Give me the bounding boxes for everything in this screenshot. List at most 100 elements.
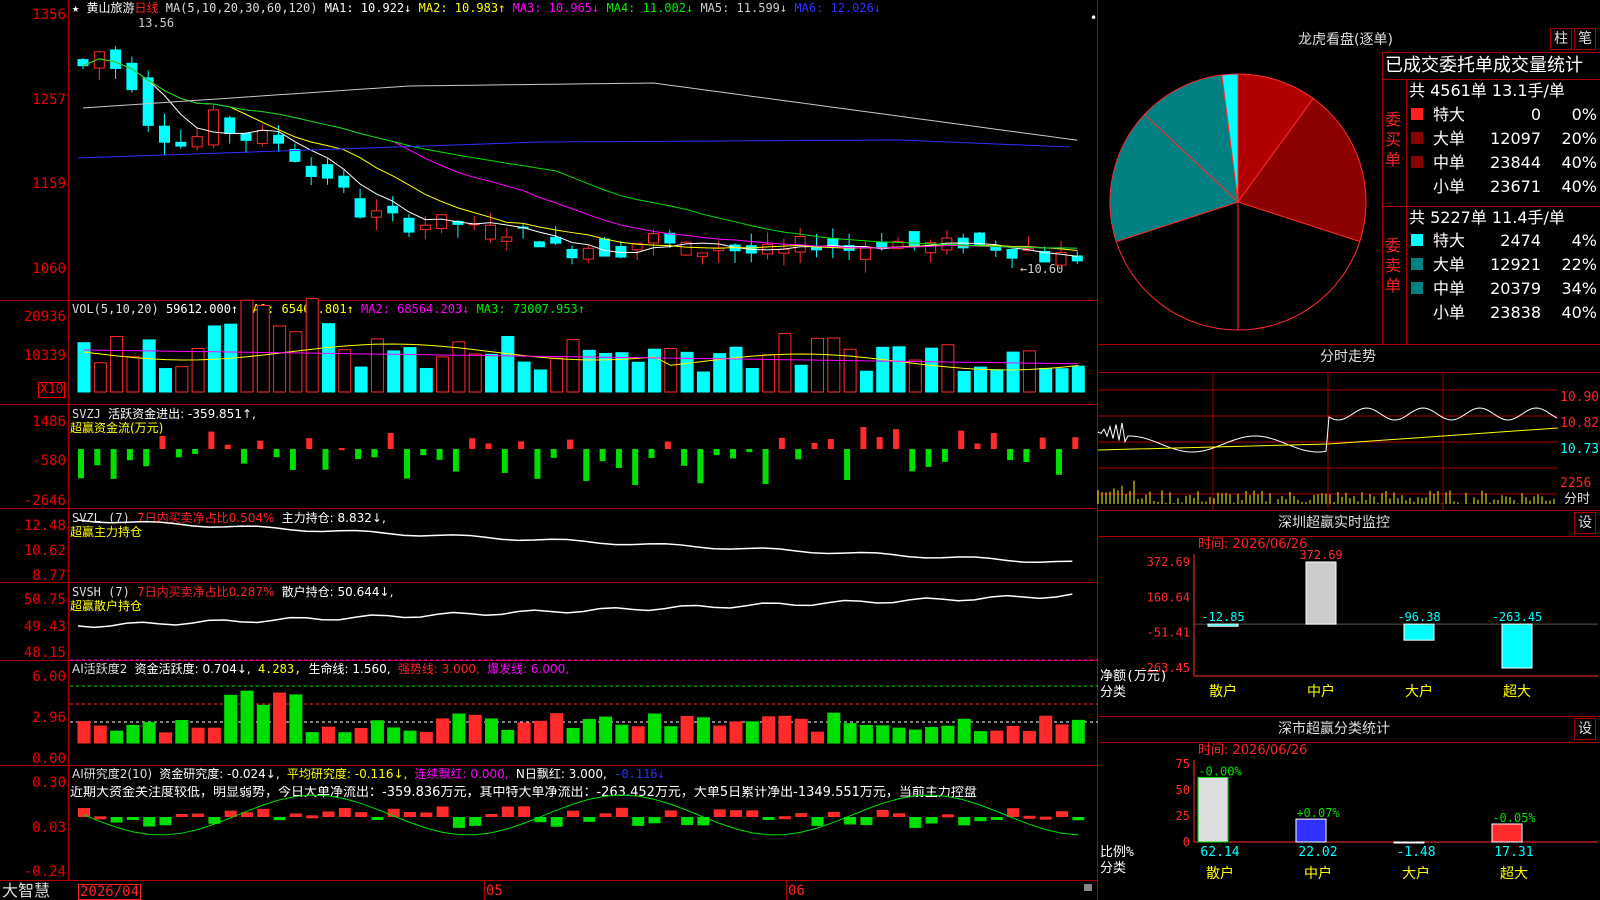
activity-bar [273, 692, 287, 744]
flow-bar [257, 440, 264, 449]
order-type-label: 中单 [1433, 279, 1466, 298]
month-tick [484, 880, 485, 900]
research-bar [567, 810, 579, 817]
research-bar [452, 817, 465, 828]
candle [354, 198, 366, 218]
month-label-05: 05 [486, 883, 503, 899]
flow-bar [241, 449, 247, 464]
candle [550, 236, 562, 244]
sz-monitor-title: 深圳超赢实时监控 [1278, 515, 1390, 531]
volume-bar [419, 368, 433, 393]
volume-bar [892, 346, 906, 393]
flow-bar [827, 439, 834, 449]
order-percent: 40% [1561, 153, 1597, 172]
candle [1006, 248, 1018, 259]
volume-bar [696, 371, 710, 393]
research-bar [1007, 808, 1020, 817]
table-divider [1382, 206, 1600, 207]
activity-bar [517, 722, 531, 744]
lock-icon[interactable] [1084, 884, 1092, 891]
flow-bar [452, 449, 459, 472]
activity-bar [387, 727, 401, 744]
sz-monitor-bar-chart: 372.69 160.64 -51.41 -263.45 -12.85 散户 372.69 中… [1100, 548, 1598, 700]
bar-view-button[interactable]: 柱 [1550, 28, 1572, 50]
sz-monitor-settings-button[interactable]: 设 [1574, 512, 1596, 534]
retail-holding-chart [77, 593, 1073, 629]
flow-bar [159, 435, 166, 449]
flow-bar [795, 449, 802, 460]
volume-bar [485, 353, 498, 393]
intraday-chart[interactable] [1097, 372, 1559, 510]
activity-bar [876, 725, 890, 744]
buy-total: 共 4561单 13.1手/单 [1409, 81, 1565, 100]
sz-class-settings-button[interactable]: 设 [1574, 718, 1596, 740]
order-volume: 0 [1530, 105, 1541, 124]
flow-bar [224, 444, 231, 449]
research-bar [501, 806, 514, 817]
research-bar [110, 817, 123, 823]
candlestick-chart[interactable]: • [0, 0, 1098, 300]
volume-bar [1006, 351, 1020, 393]
candle [485, 224, 496, 240]
y-tick-label: 160.64 [1147, 590, 1190, 604]
activity-bar [811, 731, 824, 744]
longhu-pie-chart[interactable] [1098, 60, 1378, 340]
volume-bar [1055, 368, 1069, 393]
flow-bar [371, 449, 378, 458]
x-category-label: 散户 [1206, 865, 1234, 882]
volume-bar [354, 366, 368, 393]
flow-bar [404, 449, 410, 479]
bar-change-label: -0.05% [1492, 811, 1536, 825]
volume-bar [322, 323, 335, 393]
research-bar [436, 806, 449, 817]
ma-line [82, 58, 1078, 249]
capital-flow-chart [78, 427, 1079, 485]
y-tick-label: 0 [1183, 835, 1190, 849]
volume-bar [664, 348, 678, 393]
date-start-label: 2026/04 [78, 884, 142, 900]
tick-view-button[interactable]: 笔 [1574, 28, 1596, 50]
x-category-label: 散户 [1209, 683, 1237, 700]
volume-bar [1039, 367, 1053, 393]
table-divider [1382, 79, 1600, 80]
research-bar [94, 816, 107, 820]
flow-bar [1039, 437, 1046, 449]
volume-bar [273, 325, 287, 393]
flow-bar [1072, 437, 1079, 449]
flow-bar [469, 438, 476, 449]
research-bar [534, 817, 547, 823]
research-bar [599, 813, 612, 817]
volume-bar [387, 350, 401, 393]
y-tick-label: 50 [1176, 783, 1190, 797]
volume-bar [648, 348, 661, 393]
sell-row-大单: 大单 12921 22% [1411, 254, 1600, 276]
fenshi-vol-axis-label: 2256 [1560, 476, 1592, 491]
flow-bar [518, 441, 525, 449]
activity-bar [370, 720, 384, 744]
activity-bar [224, 694, 238, 744]
activity-bar [648, 713, 661, 744]
color-swatch [1411, 234, 1423, 246]
bar-大户 [1403, 623, 1435, 641]
research-bar [126, 817, 139, 820]
activity-bar [485, 718, 498, 744]
volume-bar [370, 338, 384, 393]
section-divider [1098, 510, 1600, 511]
main-chart-area[interactable]: 1356 1257 1159 1060 ★ 黄山旅游日线 MA(5,10,20,… [0, 0, 1098, 900]
sz-class-title: 深市超赢分类统计 [1278, 721, 1390, 737]
activity-bar [256, 704, 270, 744]
order-percent: 40% [1561, 303, 1597, 322]
longhu-title: 龙虎看盘(逐单) [1298, 32, 1393, 48]
volume-bar [599, 352, 613, 393]
volume-bar [941, 344, 955, 393]
buy-row-特大: 特大 0 0% [1411, 104, 1600, 126]
flow-bar [78, 449, 84, 479]
research-bar [681, 817, 694, 826]
flow-bar [713, 449, 720, 456]
research-bar [827, 811, 840, 817]
section-divider [1098, 716, 1600, 717]
x-axis-title: 分类 [1100, 685, 1126, 700]
candle [256, 129, 268, 144]
activity-bar [762, 716, 776, 744]
activity-bar [599, 716, 613, 744]
